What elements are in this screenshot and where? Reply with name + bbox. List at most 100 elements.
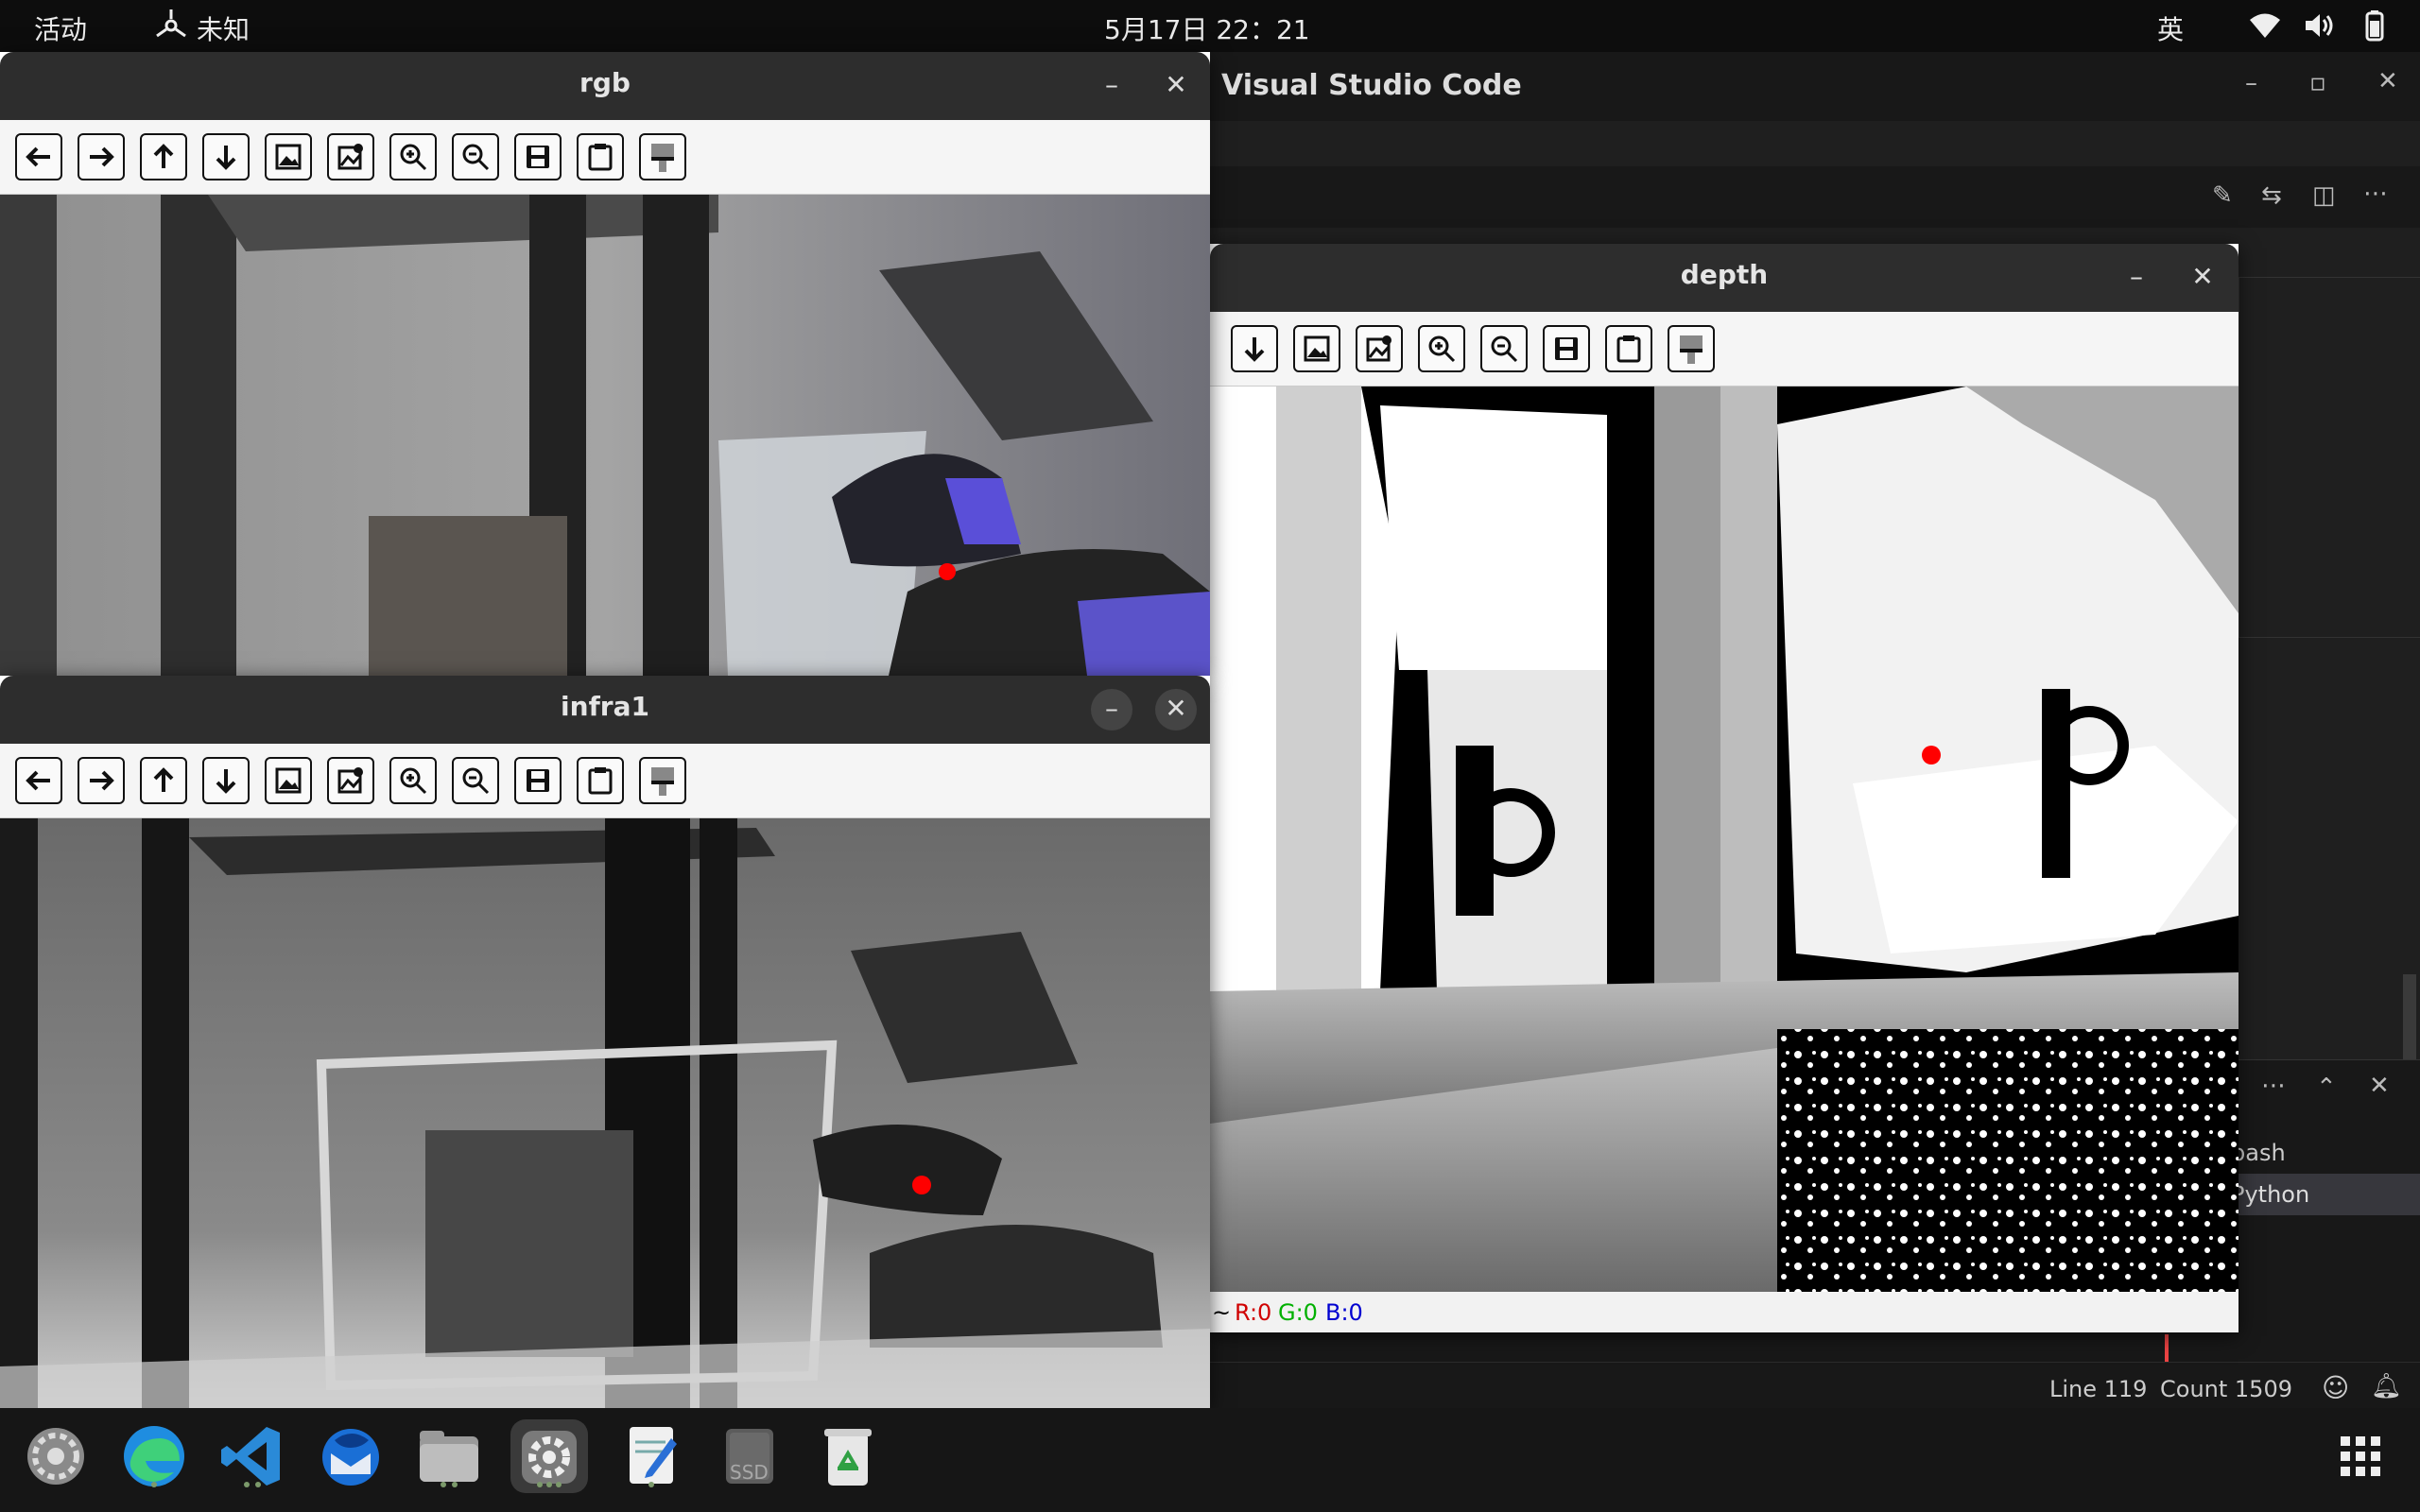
clock[interactable]: 5月17日 22：21 [1104, 9, 1310, 47]
close-panel-icon[interactable]: ✕ [2369, 1072, 2390, 1100]
dock-ssd-drive[interactable]: SSD [713, 1419, 786, 1493]
terminal-bash-label: bash [2231, 1140, 2286, 1166]
volume-icon[interactable] [2303, 11, 2337, 46]
depth-image[interactable] [1210, 387, 2238, 1292]
vscode-menubar [1210, 121, 2420, 167]
pixel-g: G:0 [1278, 1299, 1318, 1326]
save-icon[interactable] [514, 757, 562, 804]
close-icon[interactable]: ✕ [2182, 257, 2223, 299]
rgb-toolbar [0, 120, 1210, 195]
rgb-image[interactable] [0, 195, 1210, 676]
infra1-window: infra1 – ✕ [0, 676, 1210, 1408]
brush-icon[interactable] [639, 757, 686, 804]
dock-edge[interactable] [117, 1419, 191, 1493]
clipboard-icon[interactable] [577, 757, 624, 804]
vscode-title: Visual Studio Code [1221, 69, 1522, 102]
save-icon[interactable] [514, 133, 562, 180]
infra1-image[interactable] [0, 818, 1210, 1408]
maximize-icon[interactable]: ▫ [2309, 69, 2326, 97]
minimize-icon[interactable]: – [1091, 689, 1132, 730]
status-line[interactable]: Line 119 [2049, 1376, 2147, 1402]
minimize-icon[interactable]: – [2116, 257, 2157, 299]
zoom-in-icon[interactable] [389, 757, 437, 804]
save-icon[interactable] [1543, 325, 1590, 372]
clipboard-icon[interactable] [1605, 325, 1652, 372]
depth-toolbar [1210, 312, 2238, 387]
infra1-camera-view [0, 818, 1210, 1408]
dock-system-settings[interactable] [510, 1419, 588, 1493]
image-adjust-icon[interactable] [327, 757, 374, 804]
input-method-indicator[interactable]: 英 [2157, 9, 2184, 47]
arrow-left-icon[interactable] [15, 757, 62, 804]
bell-icon[interactable]: 🔔︎ [2371, 1372, 2402, 1400]
panel-more-icon[interactable]: ⋯ [2261, 1072, 2286, 1100]
status-count[interactable]: Count 1509 [2160, 1376, 2292, 1402]
close-icon[interactable]: ✕ [1155, 65, 1197, 107]
arrow-down-icon[interactable] [202, 757, 250, 804]
image-icon[interactable] [1293, 325, 1340, 372]
dock-settings-launcher[interactable] [19, 1419, 93, 1493]
more-actions-icon[interactable]: ⋯ [2363, 180, 2388, 208]
running-indicator [255, 1482, 261, 1487]
arrow-down-icon[interactable] [1231, 325, 1278, 372]
infra1-titlebar[interactable]: infra1 – ✕ [0, 676, 1210, 744]
image-icon[interactable] [265, 133, 312, 180]
maximize-panel-icon[interactable]: ⌃ [2316, 1074, 2337, 1102]
folder-icon [420, 1431, 478, 1482]
image-icon[interactable] [265, 757, 312, 804]
app-menu-icon[interactable] [153, 8, 189, 50]
app-menu-label[interactable]: 未知 [197, 9, 250, 47]
minimize-icon[interactable]: – [1091, 65, 1132, 107]
arrow-right-icon[interactable] [78, 757, 125, 804]
depth-titlebar[interactable]: depth – ✕ [1210, 244, 2238, 312]
battery-icon[interactable] [2356, 9, 2394, 48]
rgb-camera-view [0, 195, 1210, 676]
brush-icon[interactable] [1668, 325, 1715, 372]
arrow-left-icon[interactable] [15, 133, 62, 180]
edit-icon[interactable]: ✎ [2212, 181, 2233, 210]
terminal-python-label: Python [2231, 1181, 2310, 1208]
running-indicator [648, 1482, 654, 1487]
arrow-down-icon[interactable] [202, 133, 250, 180]
arrow-right-icon[interactable] [78, 133, 125, 180]
arrow-up-icon[interactable] [140, 133, 187, 180]
status-prefix: ~ [1212, 1299, 1232, 1326]
split-editor-icon[interactable]: ◫ [2312, 181, 2336, 210]
dock: SSD [0, 1408, 2420, 1512]
image-adjust-icon[interactable] [327, 133, 374, 180]
dock-files[interactable] [412, 1419, 486, 1493]
vscode-icon [221, 1427, 280, 1486]
running-indicator [556, 1482, 562, 1487]
zoom-out-icon[interactable] [1480, 325, 1528, 372]
dock-text-editor[interactable] [614, 1419, 688, 1493]
arrow-up-icon[interactable] [140, 757, 187, 804]
rgb-titlebar[interactable]: rgb – ✕ [0, 52, 1210, 120]
thunderbird-icon [322, 1429, 379, 1486]
zoom-out-icon[interactable] [452, 757, 499, 804]
zoom-in-icon[interactable] [1418, 325, 1465, 372]
zoom-out-icon[interactable] [452, 133, 499, 180]
infra1-marker [912, 1176, 931, 1194]
dock-vscode[interactable] [216, 1419, 289, 1493]
copilot-icon[interactable]: ☺ [2322, 1372, 2349, 1403]
app-grid-icon [2341, 1436, 2380, 1476]
infra1-title: infra1 [561, 691, 649, 722]
depth-map [1210, 387, 2238, 1292]
show-apps-button[interactable] [2324, 1419, 2397, 1493]
dock-trash[interactable] [811, 1419, 885, 1493]
editor-scrollbar[interactable] [2403, 974, 2416, 1059]
minimize-icon[interactable]: – [2245, 69, 2257, 97]
sash-marker [2165, 1334, 2169, 1363]
running-indicator [546, 1482, 552, 1487]
wifi-icon[interactable] [2248, 11, 2282, 46]
pixel-b: B:0 [1325, 1299, 1363, 1326]
close-icon[interactable]: ✕ [1155, 689, 1197, 730]
close-icon[interactable]: ✕ [2377, 67, 2398, 95]
zoom-in-icon[interactable] [389, 133, 437, 180]
compare-changes-icon[interactable]: ⇆ [2261, 181, 2282, 210]
brush-icon[interactable] [639, 133, 686, 180]
dock-thunderbird[interactable] [314, 1419, 388, 1493]
image-adjust-icon[interactable] [1356, 325, 1403, 372]
activities-button[interactable]: 活动 [34, 9, 87, 47]
clipboard-icon[interactable] [577, 133, 624, 180]
